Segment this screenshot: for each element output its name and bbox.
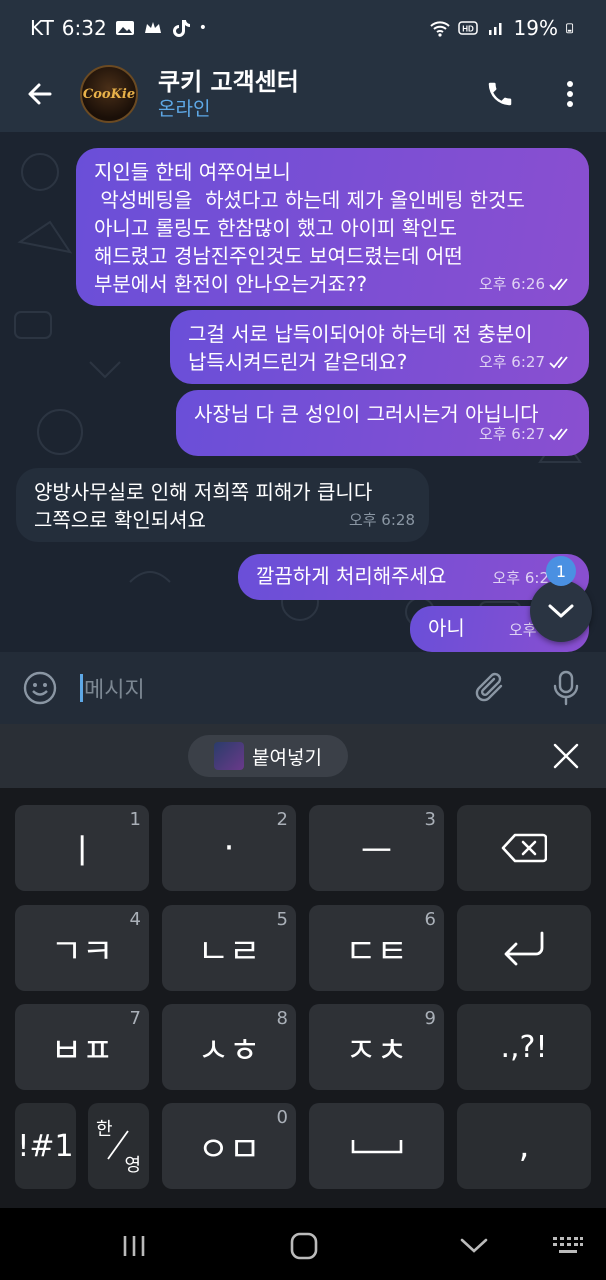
scroll-to-bottom-button[interactable]	[530, 580, 592, 642]
chat-header: CooKie 쿠키 고객센터 온라인	[0, 56, 606, 132]
message-meta: 오후 6:26	[479, 270, 575, 298]
more-menu-button[interactable]	[540, 56, 600, 132]
emoji-button[interactable]	[0, 652, 80, 724]
battery-icon	[566, 23, 574, 34]
paperclip-icon	[475, 672, 503, 702]
status-bar: KT 6:32 • HD 19%	[0, 0, 606, 56]
enter-icon	[504, 931, 544, 966]
notification-dot: •	[198, 20, 207, 36]
symbols-key[interactable]: !#1	[15, 1103, 76, 1189]
smiley-icon	[23, 671, 57, 705]
message-bubble-outgoing[interactable]: 사장님 다 큰 성인이 그러시는거 아닙니다 오후 6:27	[176, 390, 589, 456]
keyboard-clipboard-strip: 붙여넣기	[0, 724, 606, 788]
message-time: 오후 6:28	[348, 511, 415, 529]
phone-icon	[488, 82, 512, 106]
key-siot[interactable]: ㅅㅎ 8	[162, 1004, 296, 1090]
telegram-chat-screen: KT 6:32 • HD 19% CooKie 쿠키 고객센터 온라인 지인들 …	[0, 0, 606, 1280]
message-time: 오후 6:27	[478, 425, 545, 443]
close-icon	[553, 743, 579, 769]
text-cursor	[80, 674, 83, 702]
message-bubble-outgoing[interactable]: 그걸 서로 납득이되어야 하는데 전 충분이 납득시켜드린거 같은데요? 오후 …	[170, 310, 589, 384]
online-status: 온라인	[158, 98, 211, 120]
wifi-icon	[429, 21, 450, 37]
keyboard-icon	[553, 1237, 583, 1253]
backspace-key[interactable]	[457, 805, 591, 891]
message-list[interactable]: 지인들 한테 여쭈어보니 악성베팅을 하셨다고 하는데 제가 올인베팅 한것도 …	[0, 132, 606, 652]
crown-icon	[144, 22, 161, 33]
chevron-down-icon	[460, 1238, 488, 1253]
key-i[interactable]: ㅣ1	[15, 805, 149, 891]
key-giyeok[interactable]: ㄱㅋ 4	[15, 905, 149, 991]
double-check-icon	[549, 356, 568, 369]
message-input-placeholder: 메시지	[84, 678, 145, 703]
battery-percent: 19%	[513, 16, 558, 40]
back-button[interactable]	[0, 56, 80, 132]
double-check-icon	[549, 278, 568, 291]
more-vertical-icon	[567, 81, 573, 107]
key-bieup[interactable]: ㅂㅍ 7	[15, 1004, 149, 1090]
close-clipboard-button[interactable]	[546, 736, 586, 776]
keyboard-switch-button[interactable]	[548, 1226, 588, 1266]
hd-voice-icon: HD	[457, 21, 478, 35]
chevron-down-icon	[548, 604, 574, 618]
unread-count-badge: 1	[546, 556, 576, 586]
key-digeut[interactable]: ㄷㅌ 6	[309, 905, 444, 991]
backspace-icon	[501, 833, 547, 863]
key-eu[interactable]: ㅡ3	[309, 805, 444, 891]
system-navigation-bar	[0, 1208, 606, 1280]
call-button[interactable]	[470, 56, 530, 132]
enter-key[interactable]	[457, 905, 591, 991]
key-dot[interactable]: · 2	[162, 805, 296, 891]
avatar[interactable]: CooKie	[80, 65, 138, 123]
voice-message-button[interactable]	[526, 652, 606, 724]
punctuation-key[interactable]: .,?!	[457, 1004, 591, 1090]
clock: 6:32	[61, 16, 107, 40]
space-icon	[351, 1140, 402, 1154]
key-jieut[interactable]: ㅈㅊ 9	[309, 1004, 444, 1090]
clipboard-thumbnail	[214, 742, 245, 770]
language-toggle-key[interactable]: 한 영	[88, 1103, 149, 1189]
carrier: KT	[30, 16, 54, 40]
space-key[interactable]	[309, 1103, 444, 1189]
arrow-left-icon	[28, 83, 52, 105]
double-check-icon	[549, 428, 568, 441]
recents-icon	[123, 1236, 145, 1256]
message-meta: 오후 6:27	[479, 348, 575, 376]
message-time: 오후 6:26	[478, 275, 545, 293]
attach-button[interactable]	[456, 652, 526, 724]
signal-icon	[488, 23, 502, 35]
paste-button[interactable]: 붙여넣기	[188, 735, 348, 777]
message-meta: 오후 6:28	[349, 506, 415, 534]
on-screen-keyboard: ㅣ1 · 2 ㅡ3 ㄱㅋ 4 ㄴㄹ 5 ㄷㅌ 6 ㅂㅍ 7 ㅅㅎ 8 ㅈㅊ 9 .,?! !#…	[0, 788, 606, 1208]
message-time: 오후 6:27	[478, 353, 545, 371]
comma-key[interactable]: ,	[457, 1103, 591, 1189]
message-meta: 오후 6:27	[479, 420, 575, 448]
message-bubble-incoming[interactable]: 양방사무실로 인해 저희쪽 피해가 큽니다 그쪽으로 확인되셔요 오후 6:28	[16, 468, 429, 542]
chat-title: 쿠키 고객센터	[158, 68, 299, 96]
message-bubble-outgoing[interactable]: 지인들 한테 여쭈어보니 악성베팅을 하셨다고 하는데 제가 올인베팅 한것도 …	[76, 148, 589, 306]
message-input-bar: 메시지	[0, 652, 606, 724]
svg-text:HD: HD	[462, 25, 474, 34]
hide-keyboard-button[interactable]	[454, 1226, 494, 1266]
recent-apps-button[interactable]	[114, 1226, 154, 1266]
home-button[interactable]	[284, 1226, 324, 1266]
chat-title-block[interactable]: 쿠키 고객센터 온라인	[158, 67, 299, 121]
home-icon	[290, 1232, 318, 1260]
key-ieung[interactable]: ㅇㅁ 0	[162, 1103, 296, 1189]
paste-label: 붙여넣기	[252, 746, 322, 769]
message-input[interactable]: 메시지	[80, 672, 456, 704]
gallery-icon	[115, 21, 134, 35]
key-nieun[interactable]: ㄴㄹ 5	[162, 905, 296, 991]
tiktok-icon	[172, 20, 190, 37]
microphone-icon	[553, 670, 579, 706]
